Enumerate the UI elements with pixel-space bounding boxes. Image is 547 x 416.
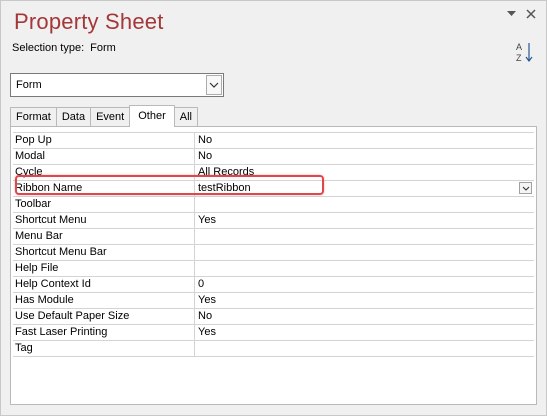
property-value: Yes [198,326,216,338]
property-name: Pop Up [13,133,195,148]
property-value: All Records [198,166,255,178]
property-name: Cycle [13,165,195,180]
property-value-field[interactable]: testRibbon [195,181,534,196]
property-row[interactable]: Menu Bar [13,229,534,245]
pane-controls [504,7,538,21]
property-name: Help File [13,261,195,276]
property-name: Modal [13,149,195,164]
property-value: No [198,150,213,162]
property-value: Yes [198,214,216,226]
property-value-field[interactable]: Yes [195,293,534,308]
property-grid: Pop Up No Modal No Cycle All Records Ribbon Na… [13,132,534,357]
property-value-field[interactable] [195,261,534,276]
dropdown-arrow-icon[interactable] [504,7,518,21]
property-name: Use Default Paper Size [13,309,195,324]
property-value: 0 [198,278,205,290]
property-value: Yes [198,294,216,306]
property-row[interactable]: Shortcut Menu Yes [13,213,534,229]
tab-strip: Format Data Event Other All [10,105,198,127]
property-value-field[interactable]: No [195,133,534,148]
property-row[interactable]: Fast Laser Printing Yes [13,325,534,341]
property-value: testRibbon [198,182,251,194]
pane-title: Property Sheet [14,9,164,34]
property-name: Help Context Id [13,277,195,292]
property-row[interactable]: Modal No [13,149,534,165]
property-value-field[interactable]: All Records [195,165,534,180]
property-name: Shortcut Menu Bar [13,245,195,260]
property-value-field[interactable] [195,229,534,244]
selection-type-value: Form [90,42,116,54]
property-grid-panel: Pop Up No Modal No Cycle All Records Ribbon Na… [10,126,537,405]
property-row[interactable]: Cycle All Records [13,165,534,181]
property-sheet-pane: Property Sheet Selection type: Form A Z F… [0,0,547,416]
chevron-down-icon[interactable] [519,182,532,194]
svg-text:A: A [516,42,522,52]
property-value-field[interactable]: No [195,309,534,324]
property-row[interactable]: Has Module Yes [13,293,534,309]
property-value-field[interactable] [195,245,534,260]
property-name: Menu Bar [13,229,195,244]
property-row[interactable]: Shortcut Menu Bar [13,245,534,261]
property-row[interactable]: Toolbar [13,197,534,213]
property-value: No [198,310,213,322]
property-row[interactable]: Ribbon Name testRibbon [13,181,534,197]
property-value-field[interactable] [195,197,534,212]
property-name: Tag [13,341,195,356]
tab-data[interactable]: Data [55,107,92,127]
property-row[interactable]: Help Context Id 0 [13,277,534,293]
property-value-field[interactable]: No [195,149,534,164]
property-value-field[interactable]: Yes [195,213,534,228]
property-name: Shortcut Menu [13,213,195,228]
property-value: No [198,134,213,146]
property-row[interactable]: Tag [13,341,534,357]
tab-format[interactable]: Format [10,107,57,127]
tab-other[interactable]: Other [129,105,175,127]
svg-text:Z: Z [516,53,522,63]
property-name: Fast Laser Printing [13,325,195,340]
object-selector-value: Form [16,79,42,91]
property-value-field[interactable] [195,341,534,356]
property-row[interactable]: Help File [13,261,534,277]
property-row[interactable]: Pop Up No [13,132,534,149]
tab-event[interactable]: Event [90,107,131,127]
object-selector-combo[interactable]: Form [10,73,224,97]
property-name: Toolbar [13,197,195,212]
selection-type: Selection type: Form [12,42,116,54]
property-value-field[interactable]: Yes [195,325,534,340]
property-value-field[interactable]: 0 [195,277,534,292]
chevron-down-icon[interactable] [206,75,222,95]
property-row[interactable]: Use Default Paper Size No [13,309,534,325]
property-name: Has Module [13,293,195,308]
close-icon[interactable] [524,7,538,21]
selection-type-label: Selection type: [12,42,85,54]
tab-all[interactable]: All [173,107,198,127]
sort-a-z-icon[interactable]: A Z [516,41,534,63]
property-name: Ribbon Name [13,181,195,196]
